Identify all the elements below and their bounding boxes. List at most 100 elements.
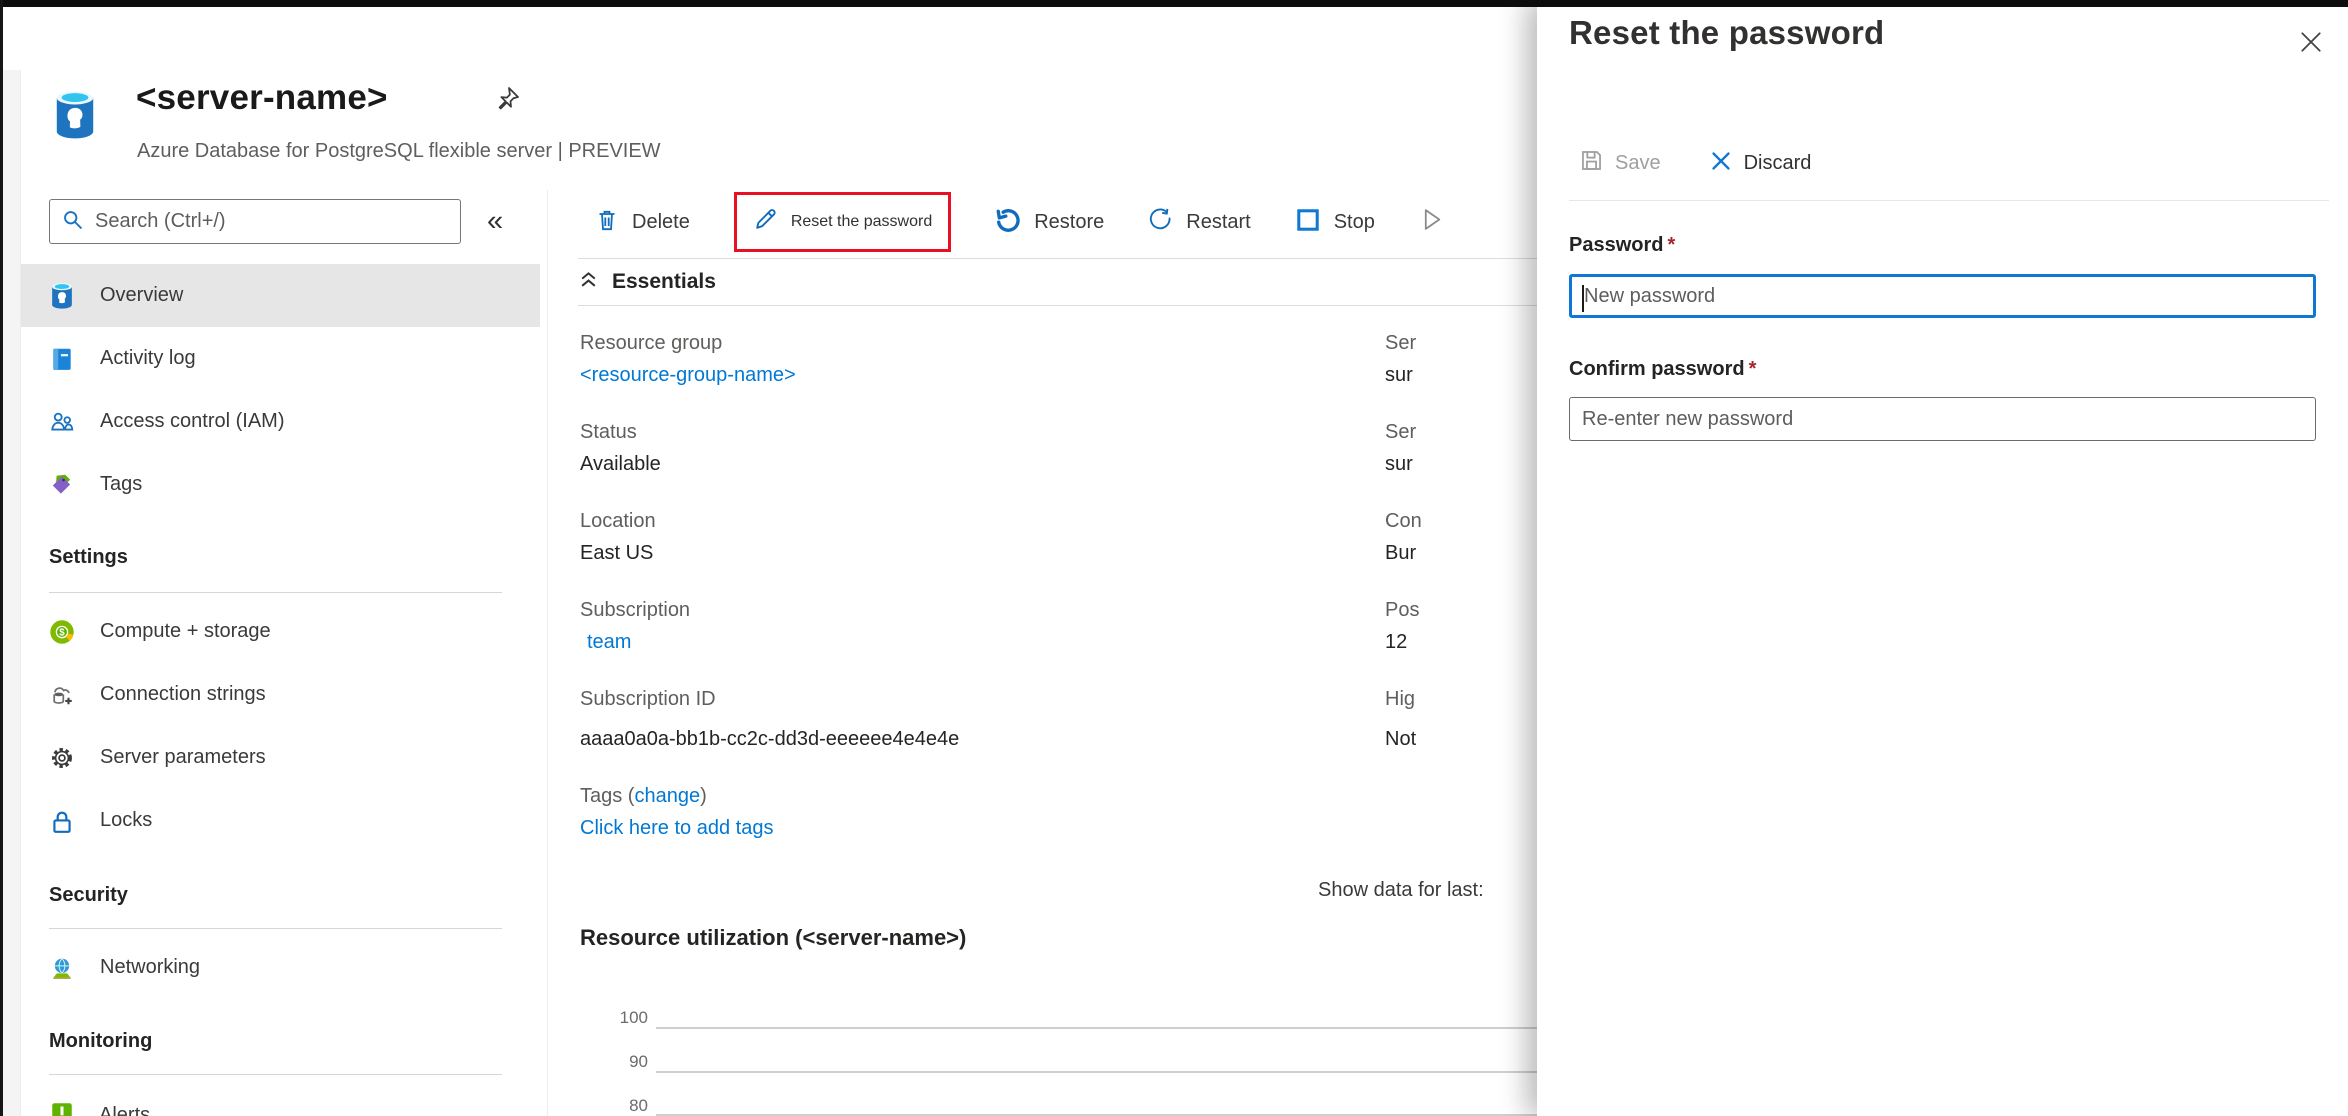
y-tick-90: 90 (629, 1052, 648, 1071)
window-left-edge (0, 0, 3, 1116)
sidebar-item-access-control[interactable]: Access control (IAM) (21, 390, 540, 453)
sidebar-item-label: Server parameters (100, 746, 266, 768)
panel-divider (1569, 200, 2329, 201)
sidebar-item-locks[interactable]: Locks (21, 789, 540, 852)
browser-top-bar (0, 0, 2348, 7)
panel-command-bar: Save Discard (1579, 148, 1811, 178)
required-asterisk: * (1667, 234, 1676, 256)
trash-icon (595, 208, 619, 237)
save-icon (1579, 148, 1604, 178)
field-tags: Tags (change) Click here to add tags (580, 783, 959, 843)
sidebar-item-label: Connection strings (100, 683, 266, 705)
collapse-essentials-icon[interactable] (578, 269, 599, 295)
sidebar-collapse-button[interactable]: « (487, 203, 503, 239)
restore-button[interactable]: Restore (995, 207, 1104, 238)
panel-title: Reset the password (1569, 14, 1885, 51)
resource-group-link[interactable]: <resource-group-name> (580, 360, 959, 390)
sidebar-item-connection-strings[interactable]: Connection strings (21, 663, 540, 726)
activity-log-icon (49, 344, 76, 373)
field-subscription: Subscription team (580, 597, 959, 657)
confirm-password-input-wrapper (1569, 397, 2316, 441)
search-input[interactable] (93, 209, 427, 234)
sidebar-item-activity-log[interactable]: Activity log (21, 327, 540, 390)
y-tick-80: 80 (629, 1096, 648, 1115)
password-label: Password * (1569, 234, 1676, 256)
reset-password-panel: Reset the password Save Discard Password… (1537, 0, 2348, 1116)
sidebar-item-server-parameters[interactable]: Server parameters (21, 726, 540, 789)
add-tags-link[interactable]: Click here to add tags (580, 813, 959, 843)
page-title: <server-name> (136, 78, 388, 117)
connection-strings-icon (49, 680, 76, 709)
field-location: Location East US (580, 510, 656, 564)
field-server-name: Ser sur (1385, 332, 1417, 386)
essentials-header: Essentials (578, 269, 716, 295)
svg-text:$: $ (59, 627, 65, 638)
restart-button[interactable]: Restart (1148, 207, 1251, 237)
networking-icon (49, 953, 76, 982)
field-subscription-id: Subscription ID aaaa0a0a-bb1b-cc2c-dd3d-… (580, 688, 960, 750)
sidebar-item-label: Compute + storage (100, 620, 271, 642)
alerts-icon (49, 1100, 75, 1116)
pin-icon[interactable] (492, 84, 522, 114)
tags-icon (49, 470, 76, 499)
sidebar-section-settings: Settings (49, 546, 128, 568)
sidebar-item-overview[interactable]: Overview (21, 264, 540, 327)
start-overflow-button[interactable] (1419, 207, 1444, 237)
field-status: Status Available (580, 421, 661, 475)
postgres-server-icon (49, 281, 76, 310)
stop-icon (1295, 207, 1321, 238)
delete-button[interactable]: Delete (595, 208, 690, 237)
essentials-right-column: Ser sur Ser sur Con Bur Pos 12 Hig Not (1385, 330, 1422, 783)
toolbar-divider (578, 258, 1537, 259)
sidebar-item-label: Locks (100, 809, 153, 831)
field-high-availability: Hig Not (1385, 688, 1417, 750)
sidebar-item-compute-storage[interactable]: $ Compute + storage (21, 600, 540, 663)
confirm-password-input[interactable] (1570, 407, 2315, 431)
close-icon[interactable] (2297, 28, 2325, 56)
confirm-password-label: Confirm password * (1569, 358, 1757, 380)
restore-icon (995, 207, 1021, 238)
page-subtitle: Azure Database for PostgreSQL flexible s… (137, 140, 661, 162)
sidebar-item-label: Tags (100, 473, 143, 495)
sidebar-item-label: Access control (IAM) (100, 410, 285, 432)
sidebar-content-divider (547, 190, 548, 1116)
sidebar-item-label: Networking (100, 956, 201, 978)
stop-button[interactable]: Stop (1295, 207, 1375, 238)
pencil-icon (753, 207, 778, 237)
section-divider (49, 1074, 502, 1075)
field-configuration: Con Bur (1385, 510, 1422, 564)
password-input-wrapper (1569, 274, 2316, 318)
gridline (656, 1071, 1537, 1073)
azure-portal-screen: <server-name> Azure Database for Postgre… (0, 0, 2348, 1116)
subscription-link[interactable]: team (580, 627, 959, 657)
blade-left-gutter (3, 70, 21, 1116)
sidebar-item-tags[interactable]: Tags (21, 453, 540, 516)
access-control-icon (49, 407, 76, 436)
postgres-server-icon (52, 88, 98, 142)
sidebar-item-networking[interactable]: Networking (21, 936, 540, 999)
next-chevron-icon (1419, 207, 1444, 237)
sidebar-search[interactable] (49, 199, 461, 244)
tags-change-link[interactable]: change (634, 785, 700, 807)
search-icon (62, 209, 83, 235)
section-divider (49, 592, 502, 593)
field-admin-login: Ser sur (1385, 421, 1417, 475)
essentials-left-column: Resource group <resource-group-name> Sta… (580, 330, 959, 872)
discard-x-icon (1709, 149, 1733, 178)
reset-password-button[interactable]: Reset the password (733, 192, 952, 252)
password-input[interactable] (1572, 284, 2313, 308)
locks-icon (49, 806, 76, 835)
section-divider (49, 928, 502, 929)
field-resource-group: Resource group <resource-group-name> (580, 330, 959, 390)
text-cursor (1582, 285, 1584, 312)
save-button[interactable]: Save (1579, 148, 1661, 178)
resource-utilization-title: Resource utilization (<server-name>) (580, 925, 967, 950)
restart-icon (1148, 207, 1173, 237)
sidebar-item-label: Alerts (99, 1104, 151, 1116)
server-parameters-icon (49, 743, 76, 772)
sidebar-item-alerts[interactable]: Alerts (49, 1100, 150, 1116)
essentials-divider (578, 305, 1537, 306)
y-tick-100: 100 (619, 1008, 648, 1027)
discard-button[interactable]: Discard (1709, 149, 1811, 178)
required-asterisk: * (1748, 358, 1757, 380)
